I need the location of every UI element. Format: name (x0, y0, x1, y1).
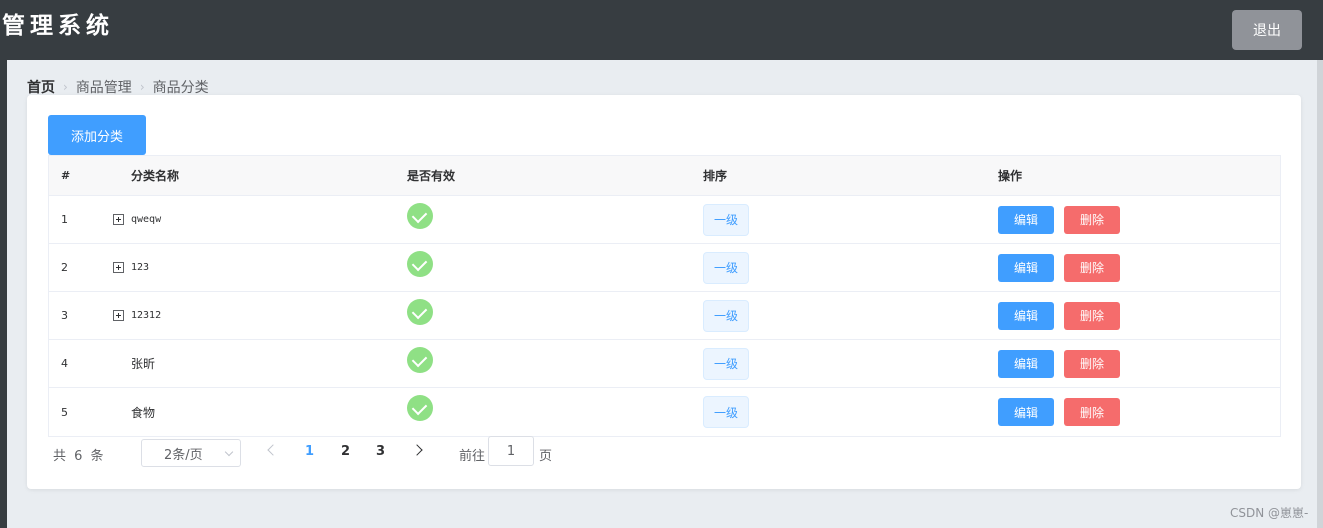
row-index: 4 (61, 357, 68, 370)
actions-cell: 编辑 删除 (998, 196, 1120, 243)
category-name: 123 (131, 262, 150, 273)
watermark: CSDN @崽崽- (1230, 506, 1309, 520)
table-row: 4 张昕 一级 编辑 删除 (49, 340, 1280, 388)
chevron-right-icon: › (139, 80, 145, 94)
pagination: 共 6 条 2条/页 1 2 3 前往 页 (53, 436, 653, 467)
actions-cell: 编辑 删除 (998, 244, 1120, 291)
level-tag: 一级 (703, 251, 749, 284)
column-header-name: 分类名称 (131, 169, 180, 183)
sort-cell: 一级 (703, 292, 749, 339)
edit-button[interactable]: 编辑 (998, 205, 1054, 234)
valid-cell (407, 388, 433, 436)
actions-cell: 编辑 删除 (998, 388, 1120, 436)
check-circle-icon (407, 395, 433, 421)
breadcrumb-category: 商品分类 (152, 80, 209, 96)
row-index: 1 (61, 213, 68, 226)
sidebar-strip (0, 60, 7, 528)
top-header: 管理系统 退出 (0, 0, 1323, 60)
row-index: 5 (61, 405, 68, 419)
edit-button[interactable]: 编辑 (998, 301, 1054, 330)
expand-icon[interactable] (113, 310, 124, 321)
edit-button[interactable]: 编辑 (998, 349, 1054, 378)
level-tag: 一级 (703, 299, 749, 332)
breadcrumb-home[interactable]: 首页 (27, 77, 55, 97)
actions-cell: 编辑 删除 (998, 292, 1120, 339)
delete-button[interactable]: 删除 (1064, 253, 1120, 282)
page-number-2[interactable]: 2 (341, 444, 350, 459)
table-row: 2 123 一级 编辑 删除 (49, 244, 1280, 292)
app-title: 管理系统 (2, 12, 114, 39)
table-header: # 分类名称 是否有效 排序 操作 (49, 156, 1280, 196)
valid-cell (407, 196, 433, 243)
row-index: 3 (61, 309, 68, 322)
table-row: 1 qweqw 一级 编辑 删除 (49, 196, 1280, 244)
page-number-1[interactable]: 1 (305, 444, 314, 459)
check-circle-icon (407, 298, 433, 325)
delete-button[interactable]: 删除 (1064, 349, 1120, 378)
breadcrumb: 首页 › 商品管理 › 商品分类 (27, 78, 209, 96)
pagination-total: 共 6 条 (53, 449, 106, 464)
column-header-index: # (61, 169, 71, 182)
goto-label: 前往 (459, 449, 486, 464)
delete-button[interactable]: 删除 (1064, 205, 1120, 234)
category-name-cell: 12312 (113, 292, 161, 339)
add-category-button[interactable]: 添加分类 (48, 115, 146, 155)
expand-icon[interactable] (113, 262, 124, 273)
sort-cell: 一级 (703, 196, 749, 243)
edit-button[interactable]: 编辑 (998, 253, 1054, 282)
sort-cell: 一级 (703, 340, 749, 387)
column-header-valid: 是否有效 (407, 169, 456, 183)
check-circle-icon (407, 346, 433, 373)
chevron-down-icon (224, 447, 234, 457)
table-body: 1 qweqw 一级 编辑 删除 2 123 一级 编辑 删除 3 12312 一级 编辑 删除 4 张昕 一级编… (49, 196, 1280, 436)
valid-cell (407, 340, 433, 387)
table-row: 5 食物 一级 编辑 删除 (49, 388, 1280, 436)
category-name-cell: 张昕 (113, 340, 155, 387)
actions-cell: 编辑 删除 (998, 340, 1120, 387)
chevron-right-icon: › (63, 80, 68, 94)
column-header-actions: 操作 (998, 169, 1023, 183)
scrollbar-track[interactable] (1317, 60, 1323, 528)
sort-cell: 一级 (703, 244, 749, 291)
category-name-cell: qweqw (113, 196, 161, 243)
page-size-value: 2条/页 (164, 447, 203, 463)
column-header-sort: 排序 (703, 169, 728, 183)
check-circle-icon (407, 250, 433, 277)
category-table: # 分类名称 是否有效 排序 操作 1 qweqw 一级 编辑 删除 2 123 一级 编辑 删除… (48, 155, 1281, 437)
goto-suffix: 页 (539, 449, 553, 464)
category-name-cell: 食物 (113, 388, 155, 436)
prev-page-icon[interactable] (267, 444, 279, 456)
category-name: 12312 (131, 310, 162, 321)
row-index: 2 (61, 261, 68, 274)
goto-page-input[interactable] (488, 436, 534, 466)
category-name: 食物 (131, 405, 156, 420)
category-name: 张昕 (131, 357, 156, 371)
level-tag: 一级 (703, 203, 749, 236)
check-circle-icon (407, 202, 433, 229)
level-tag: 一级 (703, 396, 749, 428)
valid-cell (407, 292, 433, 339)
content-card: 添加分类 # 分类名称 是否有效 排序 操作 1 qweqw 一级 编辑 删除 2 123 一… (27, 95, 1301, 489)
next-page-icon[interactable] (411, 444, 423, 456)
logout-button[interactable]: 退出 (1232, 10, 1302, 50)
edit-button[interactable]: 编辑 (998, 398, 1054, 426)
category-name-cell: 123 (113, 244, 149, 291)
page-number-3[interactable]: 3 (376, 444, 385, 459)
delete-button[interactable]: 删除 (1064, 398, 1120, 426)
valid-cell (407, 244, 433, 291)
level-tag: 一级 (703, 347, 749, 380)
breadcrumb-goods: 商品管理 (75, 80, 132, 96)
page-size-select[interactable]: 2条/页 (141, 439, 241, 467)
table-row: 3 12312 一级 编辑 删除 (49, 292, 1280, 340)
sort-cell: 一级 (703, 388, 749, 436)
delete-button[interactable]: 删除 (1064, 301, 1120, 330)
expand-icon[interactable] (113, 214, 124, 225)
category-name: qweqw (131, 214, 162, 225)
